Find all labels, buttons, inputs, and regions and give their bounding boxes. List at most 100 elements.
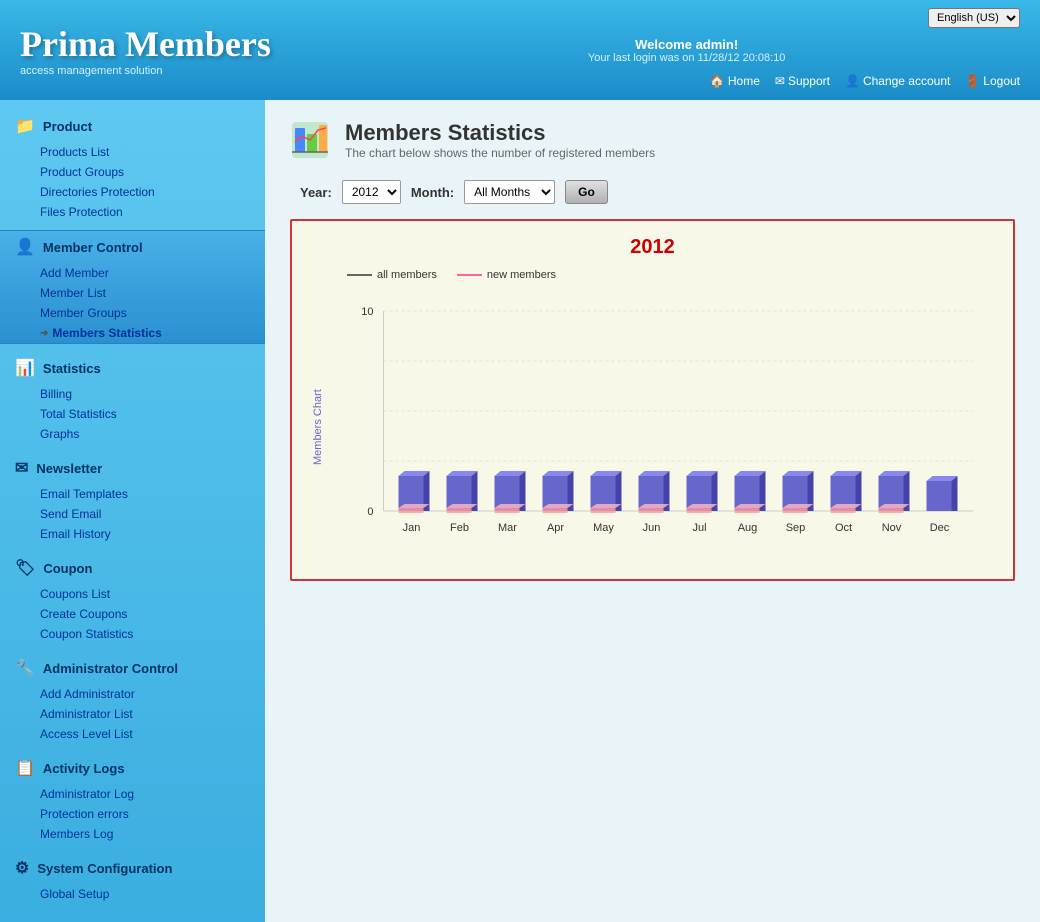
sidebar-item-directories-protection[interactable]: Directories Protection — [0, 182, 265, 202]
sidebar-section-activity-logs: 📋 Activity Logs Administrator LogProtectio… — [0, 752, 265, 844]
chart-svg-wrapper: Members Chart 10 0 — [307, 291, 998, 564]
month-select[interactable]: All Months January February March April … — [464, 180, 555, 204]
chart-year-title: 2012 — [307, 236, 998, 259]
sidebar-section-header-administrator-control[interactable]: 🔧 Administrator Control — [0, 652, 265, 684]
sidebar-item-coupons-list[interactable]: Coupons List — [0, 584, 265, 604]
sidebar-item-billing[interactable]: Billing — [0, 384, 265, 404]
sidebar-item-access-level-list[interactable]: Access Level List — [0, 724, 265, 744]
sidebar-section-label-member-control: Member Control — [43, 240, 143, 255]
legend-new-label: new members — [487, 269, 556, 281]
sidebar-item-product-groups[interactable]: Product Groups — [0, 162, 265, 182]
sidebar-item-administrator-list[interactable]: Administrator List — [0, 704, 265, 724]
change-account-link[interactable]: 👤 Change account — [845, 74, 950, 88]
svg-text:Jul: Jul — [692, 522, 706, 534]
active-arrow: ➜ — [40, 328, 48, 339]
sidebar-item-email-history[interactable]: Email History — [0, 524, 265, 544]
sidebar-item-email-templates[interactable]: Email Templates — [0, 484, 265, 504]
sidebar-section-label-statistics: Statistics — [43, 361, 101, 376]
sidebar-section-header-member-control[interactable]: 👤 Member Control — [0, 231, 265, 263]
sidebar-item-members-log[interactable]: Members Log — [0, 824, 265, 844]
sidebar-item-protection-errors[interactable]: Protection errors — [0, 804, 265, 824]
sidebar-item-files-protection[interactable]: Files Protection — [0, 202, 265, 222]
sidebar-item-members-statistics[interactable]: ➜ Members Statistics — [0, 323, 265, 343]
sidebar-section-header-statistics[interactable]: 📊 Statistics — [0, 352, 265, 384]
content-area: Members Statistics The chart below shows… — [265, 100, 1040, 922]
chart-controls: Year: 2012 2011 2010 Month: All Months J… — [290, 180, 1015, 204]
legend-new-line — [457, 274, 482, 276]
svg-text:Sep: Sep — [786, 522, 806, 534]
home-icon: 🏠 — [710, 74, 725, 88]
sidebar-section-member-control: 👤 Member Control Add MemberMember ListMemb… — [0, 230, 265, 344]
sidebar-section-header-coupon[interactable]: 🏷Coupon — [0, 552, 265, 584]
sidebar-section-header-system-configuration[interactable]: ⚙System Configuration — [0, 852, 265, 884]
chart-y-label: Members Chart — [307, 291, 329, 564]
sidebar-section-system-configuration: ⚙System ConfigurationGlobal Setup — [0, 852, 265, 904]
last-login-text: Your last login was on 11/28/12 20:08:10 — [353, 52, 1020, 64]
svg-text:Oct: Oct — [835, 522, 852, 534]
support-icon: ✉ — [775, 74, 785, 88]
statistics-icon: 📊 — [15, 358, 35, 378]
support-link[interactable]: ✉ Support — [775, 74, 830, 88]
page-title: Members Statistics — [345, 120, 655, 146]
activity-logs-icon: 📋 — [15, 758, 35, 778]
chart-legend: all members new members — [307, 269, 998, 281]
page-header: Members Statistics The chart below shows… — [290, 120, 1015, 160]
sidebar: 📁 Product Products ListProduct GroupsDirec… — [0, 100, 265, 922]
app-subtitle: access management solution — [20, 65, 353, 77]
sidebar-section-header-newsletter[interactable]: ✉Newsletter — [0, 452, 265, 484]
sidebar-item-coupon-statistics[interactable]: Coupon Statistics — [0, 624, 265, 644]
sidebar-section-label-newsletter: Newsletter — [36, 461, 102, 476]
sidebar-item-create-coupons[interactable]: Create Coupons — [0, 604, 265, 624]
sidebar-section-statistics: 📊 Statistics BillingTotal StatisticsGraphs — [0, 352, 265, 444]
page-title-area: Members Statistics The chart below shows… — [345, 120, 655, 160]
sidebar-section-label-product: Product — [43, 119, 92, 134]
sidebar-section-header-activity-logs[interactable]: 📋 Activity Logs — [0, 752, 265, 784]
page-icon — [290, 120, 330, 160]
language-select[interactable]: English (US) — [928, 8, 1020, 28]
legend-all-members: all members — [347, 269, 437, 281]
sidebar-item-products-list[interactable]: Products List — [0, 142, 265, 162]
administrator-control-icon: 🔧 — [15, 658, 35, 678]
sidebar-section-label-activity-logs: Activity Logs — [43, 761, 125, 776]
sidebar-section-administrator-control: 🔧Administrator ControlAdd AdministratorA… — [0, 652, 265, 744]
sidebar-section-label-system-configuration: System Configuration — [37, 861, 172, 876]
sidebar-section-coupon: 🏷CouponCoupons ListCreate CouponsCoupon … — [0, 552, 265, 644]
sidebar-item-add-administrator[interactable]: Add Administrator — [0, 684, 265, 704]
welcome-text: Welcome admin! — [353, 37, 1020, 52]
svg-text:Nov: Nov — [882, 522, 902, 534]
coupon-icon: 🏷 — [15, 558, 35, 578]
year-select[interactable]: 2012 2011 2010 — [342, 180, 401, 204]
sidebar-item-add-member[interactable]: Add Member — [0, 263, 265, 283]
product-icon: 📁 — [15, 116, 35, 136]
svg-text:Jan: Jan — [403, 522, 421, 534]
sidebar-item-administrator-log[interactable]: Administrator Log — [0, 784, 265, 804]
app-title: Prima Members — [20, 23, 353, 65]
logout-link[interactable]: 🚪 Logout — [965, 74, 1020, 88]
home-link[interactable]: 🏠 Home — [710, 74, 760, 88]
sidebar-item-global-setup[interactable]: Global Setup — [0, 884, 265, 904]
legend-all-label: all members — [377, 269, 437, 281]
go-button[interactable]: Go — [565, 180, 608, 204]
sidebar-item-send-email[interactable]: Send Email — [0, 504, 265, 524]
main-layout: 📁 Product Products ListProduct GroupsDirec… — [0, 100, 1040, 922]
svg-text:May: May — [593, 522, 614, 534]
svg-text:10: 10 — [361, 306, 373, 318]
svg-text:0: 0 — [367, 506, 373, 518]
year-label: Year: — [300, 185, 332, 200]
svg-text:Dec: Dec — [930, 522, 950, 534]
legend-new-members: new members — [457, 269, 556, 281]
sidebar-item-total-statistics[interactable]: Total Statistics — [0, 404, 265, 424]
header: Prima Members access management solution… — [0, 0, 1040, 100]
sidebar-item-member-list[interactable]: Member List — [0, 283, 265, 303]
month-label: Month: — [411, 185, 454, 200]
sidebar-section-label-administrator-control: Administrator Control — [43, 661, 178, 676]
chart-main: 10 0 — [329, 291, 998, 564]
member-control-icon: 👤 — [15, 237, 35, 257]
chart-container: 2012 all members new members Members Cha… — [290, 219, 1015, 581]
svg-text:Mar: Mar — [498, 522, 517, 534]
sidebar-item-graphs[interactable]: Graphs — [0, 424, 265, 444]
sidebar-section-header-product[interactable]: 📁 Product — [0, 110, 265, 142]
svg-text:Aug: Aug — [738, 522, 758, 534]
sidebar-item-member-groups[interactable]: Member Groups — [0, 303, 265, 323]
svg-text:Apr: Apr — [547, 522, 564, 534]
